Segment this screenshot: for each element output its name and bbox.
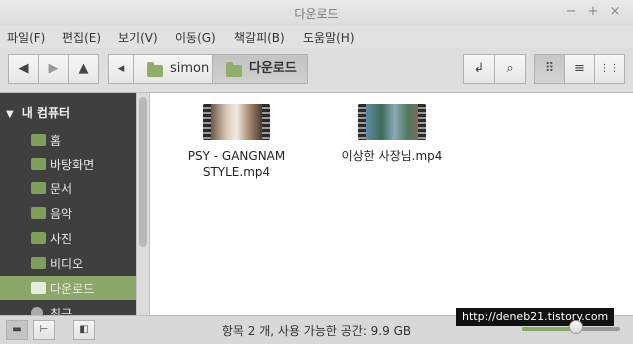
- videos-folder-icon: [31, 257, 46, 269]
- search-icon: ⌕: [506, 61, 514, 76]
- list-view-icon: ≡: [574, 61, 585, 76]
- film-strip-left: [358, 104, 366, 140]
- downloads-folder-icon: [31, 282, 46, 294]
- back-button[interactable]: ◀: [8, 54, 39, 84]
- menu-edit[interactable]: 편집(E): [62, 29, 101, 46]
- sidebar-item-downloads[interactable]: 다운로드: [0, 276, 136, 300]
- music-folder-icon: [31, 207, 46, 219]
- film-strip-left: [203, 104, 211, 140]
- sidebar-item-home[interactable]: 홈: [0, 128, 136, 152]
- downloads-folder-icon: [226, 62, 242, 77]
- menu-bar: 파일(F) 편집(E) 보기(V) 이동(G) 책갈피(B) 도움말(H): [0, 26, 633, 48]
- sidebar-item-videos[interactable]: 비디오: [0, 251, 136, 275]
- file-name: 이상한 사장님.mp4: [322, 148, 462, 164]
- menu-file[interactable]: 파일(F): [7, 29, 45, 46]
- zoom-slider-fill: [522, 327, 576, 331]
- sidebar-item-label: 바탕화면: [50, 158, 95, 172]
- up-button[interactable]: ▲: [68, 54, 99, 84]
- sidebar-item-label: 사진: [50, 232, 73, 246]
- close-button[interactable]: ×: [607, 4, 623, 20]
- menu-view[interactable]: 보기(V): [118, 29, 158, 46]
- film-strip-right: [418, 104, 426, 140]
- menu-help[interactable]: 도움말(H): [303, 29, 355, 46]
- sidebar-scrollbar[interactable]: [136, 93, 150, 315]
- file-name-line2: STYLE.mp4: [202, 165, 271, 179]
- zoom-slider-handle[interactable]: [568, 320, 583, 334]
- forward-arrow-icon: ▶: [48, 61, 59, 76]
- toolbar: ◀ ▶ ▲ ◂ simon 다운로드 ↲ ⌕ ⠿ ≡ ⋮⋮: [0, 48, 633, 93]
- documents-folder-icon: [31, 182, 46, 194]
- sidebar-item-documents[interactable]: 문서: [0, 176, 136, 200]
- video-thumbnail-icon: [358, 104, 426, 140]
- menu-bookmarks[interactable]: 책갈피(B): [234, 29, 285, 46]
- grid-view-icon: ⠿: [544, 61, 555, 76]
- watermark: http://deneb21.tistory.com: [456, 308, 615, 326]
- video-frame-preview: [211, 104, 262, 140]
- breadcrumb-simon-label: simon: [170, 61, 210, 76]
- breadcrumb-simon[interactable]: simon: [133, 54, 213, 84]
- sidebar-item-label: 다운로드: [50, 282, 95, 296]
- icon-view-button[interactable]: ⠿: [534, 54, 565, 84]
- film-strip-right: [262, 104, 270, 140]
- sidebar-item-pictures[interactable]: 사진: [0, 226, 136, 250]
- home-folder-icon: [147, 62, 163, 77]
- pictures-folder-icon: [31, 232, 46, 244]
- sidebar: ▼ 내 컴퓨터 홈 바탕화면 문서 음악 사진 비디오 다운로드 최근: [0, 93, 136, 315]
- recent-clock-icon: [31, 307, 43, 315]
- search-button[interactable]: ⌕: [494, 54, 526, 84]
- sidebar-item-label: 문서: [50, 182, 73, 196]
- sidebar-item-label: 최근: [50, 307, 73, 315]
- back-arrow-icon: ◀: [18, 61, 29, 76]
- sidebar-item-music[interactable]: 음악: [0, 201, 136, 225]
- up-arrow-icon: ▲: [78, 61, 89, 76]
- chevron-left-icon: ◂: [117, 61, 125, 76]
- desktop-icon: [31, 158, 46, 170]
- breadcrumb-left-button[interactable]: ◂: [108, 54, 134, 84]
- minimize-button[interactable]: −: [563, 4, 579, 20]
- file-name-line1: 이상한 사장님.mp4: [341, 149, 443, 163]
- sidebar-scrollbar-thumb[interactable]: [139, 97, 147, 247]
- breadcrumb-downloads[interactable]: 다운로드: [212, 54, 308, 84]
- video-frame-preview: [366, 104, 418, 140]
- toggle-location-button[interactable]: ↲: [463, 54, 495, 84]
- sidebar-item-label: 홈: [50, 134, 62, 148]
- expander-down-icon: ▼: [6, 109, 14, 120]
- sidebar-header[interactable]: ▼ 내 컴퓨터: [6, 104, 70, 121]
- window-title: 다운로드: [294, 7, 339, 21]
- forward-button[interactable]: ▶: [38, 54, 69, 84]
- list-view-button[interactable]: ≡: [564, 54, 595, 84]
- home-folder-icon: [31, 134, 46, 146]
- maximize-button[interactable]: +: [585, 4, 601, 20]
- video-thumbnail-icon: [203, 104, 270, 140]
- compact-view-button[interactable]: ⋮⋮: [594, 54, 625, 84]
- file-name: PSY - GANGNAM STYLE.mp4: [170, 148, 303, 180]
- sidebar-item-label: 음악: [50, 207, 73, 221]
- location-entry-icon: ↲: [473, 61, 485, 76]
- file-view[interactable]: PSY - GANGNAM STYLE.mp4 이상한 사장님.mp4: [150, 93, 633, 315]
- breadcrumb-downloads-label: 다운로드: [249, 61, 297, 76]
- menu-go[interactable]: 이동(G): [175, 29, 216, 46]
- file-name-line1: PSY - GANGNAM: [187, 149, 286, 163]
- compact-view-icon: ⋮⋮: [599, 63, 620, 74]
- sidebar-item-desktop[interactable]: 바탕화면: [0, 152, 136, 176]
- title-bar: 다운로드 − + ×: [0, 0, 633, 27]
- sidebar-header-label: 내 컴퓨터: [21, 106, 71, 120]
- sidebar-item-recent[interactable]: 최근: [0, 301, 136, 315]
- sidebar-item-label: 비디오: [50, 257, 84, 271]
